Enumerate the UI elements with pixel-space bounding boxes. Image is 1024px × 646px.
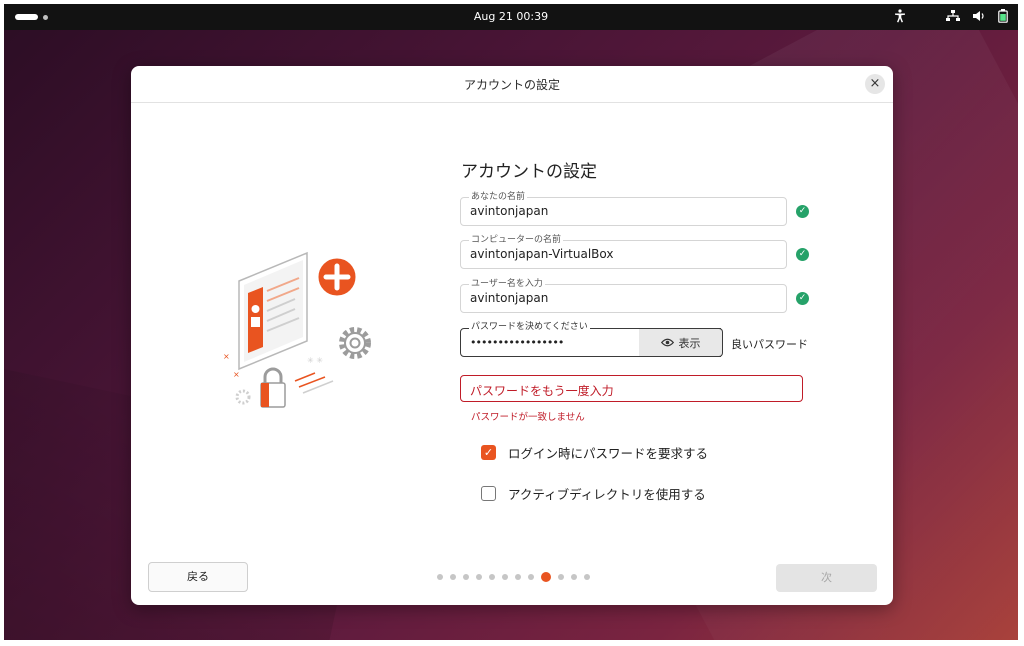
clock[interactable]: Aug 21 00:39 xyxy=(4,10,1018,23)
step-indicator xyxy=(437,572,590,582)
close-icon: × xyxy=(869,76,881,91)
show-password-label: 表示 xyxy=(678,336,701,350)
volume-icon[interactable] xyxy=(972,10,986,22)
active-directory-label: アクティブディレクトリを使用する xyxy=(508,487,706,502)
system-tray[interactable] xyxy=(894,9,1008,23)
back-button[interactable]: 戻る xyxy=(148,562,248,592)
require-password-checkbox[interactable]: ✓ xyxy=(481,445,496,460)
username-valid-check-icon: ✓ xyxy=(796,292,809,305)
computer-name-field[interactable]: コンピューターの名前 avintonjapan-VirtualBox xyxy=(460,234,787,269)
active-directory-checkbox[interactable] xyxy=(481,486,496,501)
require-password-option[interactable]: ✓ ログイン時にパスワードを要求する xyxy=(481,443,708,462)
svg-text:✳ ✳: ✳ ✳ xyxy=(307,356,323,365)
confirm-password-field[interactable]: パスワードをもう一度入力 xyxy=(460,375,803,402)
step-dot xyxy=(489,574,495,580)
name-field-value: avintonjapan xyxy=(470,204,549,218)
step-dot xyxy=(476,574,482,580)
step-dot xyxy=(528,574,534,580)
computer-name-label: コンピューターの名前 xyxy=(469,234,564,246)
accessibility-icon[interactable] xyxy=(894,9,906,23)
account-illustration: × × ✳ ✳ xyxy=(223,251,371,408)
name-field-label: あなたの名前 xyxy=(469,191,528,203)
active-directory-option[interactable]: アクティブディレクトリを使用する xyxy=(481,484,706,503)
step-dot xyxy=(450,574,456,580)
name-valid-check-icon: ✓ xyxy=(796,205,809,218)
step-dot xyxy=(437,574,443,580)
svg-text:×: × xyxy=(223,352,230,361)
step-dot-current xyxy=(541,572,551,582)
username-field[interactable]: ユーザー名を入力 avintonjapan xyxy=(460,278,787,313)
username-label: ユーザー名を入力 xyxy=(469,278,545,290)
step-dot xyxy=(571,574,577,580)
dialog-title: アカウントの設定 xyxy=(131,66,893,103)
password-mismatch-error: パスワードが一致しません xyxy=(471,412,585,423)
network-icon[interactable] xyxy=(946,10,960,22)
svg-text:×: × xyxy=(233,370,240,379)
close-button[interactable]: × xyxy=(865,74,885,94)
step-dot xyxy=(463,574,469,580)
eye-icon xyxy=(660,338,674,347)
password-strength: 良いパスワード xyxy=(731,338,808,351)
confirm-password-placeholder: パスワードをもう一度入力 xyxy=(470,384,614,398)
step-dot xyxy=(502,574,508,580)
account-setup-dialog: アカウントの設定 × × × ✳ ✳ アカウントの設定 あなたの名前 avint… xyxy=(131,66,893,605)
battery-icon[interactable] xyxy=(998,9,1008,23)
computer-name-valid-check-icon: ✓ xyxy=(796,248,809,261)
next-button[interactable]: 次 xyxy=(776,564,877,592)
computer-name-value: avintonjapan-VirtualBox xyxy=(470,247,614,261)
top-bar: Aug 21 00:39 xyxy=(4,4,1018,30)
step-dot xyxy=(584,574,590,580)
username-value: avintonjapan xyxy=(470,291,549,305)
show-password-button[interactable]: 表示 xyxy=(639,328,723,357)
step-dot xyxy=(558,574,564,580)
form-heading: アカウントの設定 xyxy=(461,162,597,182)
step-dot xyxy=(515,574,521,580)
require-password-label: ログイン時にパスワードを要求する xyxy=(508,446,709,461)
desktop: Aug 21 00:39 アカウントの設定 × × × ✳ ✳ アカウントの設定… xyxy=(4,4,1018,640)
name-field[interactable]: あなたの名前 avintonjapan xyxy=(460,191,787,226)
password-value: ••••••••••••••••• xyxy=(470,336,564,349)
password-label: パスワードを決めてください xyxy=(469,321,590,333)
